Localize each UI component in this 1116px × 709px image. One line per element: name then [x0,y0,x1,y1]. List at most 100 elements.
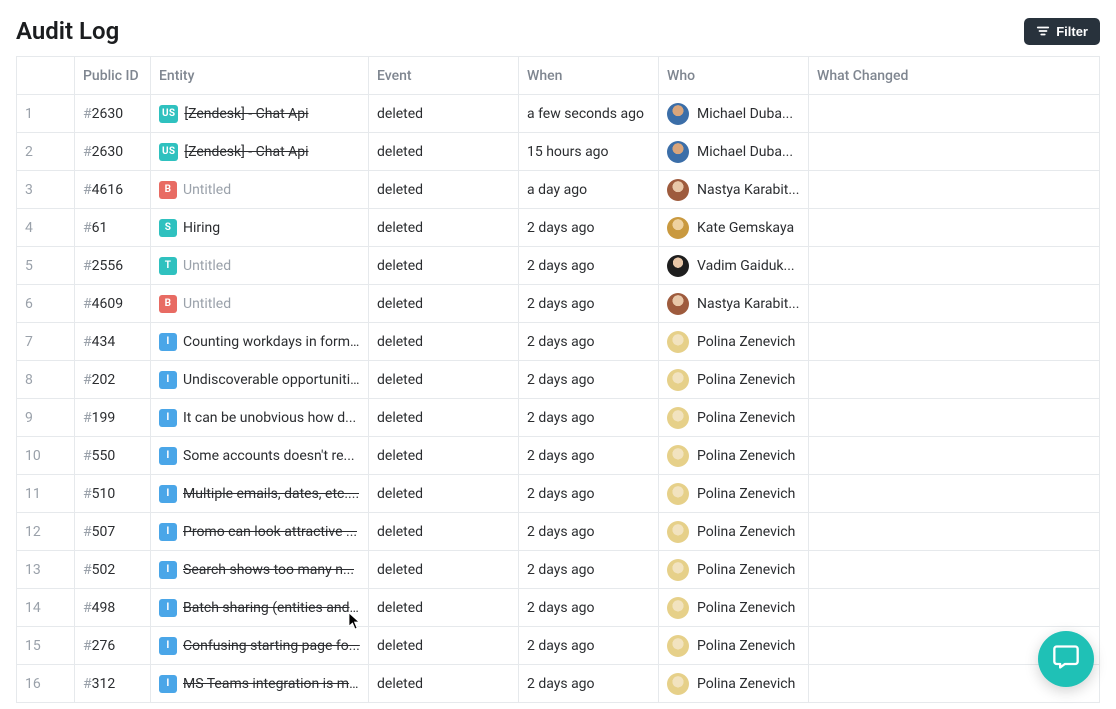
entity-name: Untitled [183,296,231,312]
who-cell[interactable]: Polina Zenevich [659,323,809,361]
user-name: Polina Zenevich [697,486,795,502]
entity-cell[interactable]: ISearch shows too many n... [151,551,369,589]
what-changed-cell [809,133,1100,171]
who-cell[interactable]: Kate Gemskaya [659,209,809,247]
table-row[interactable]: 6#4609BUntitleddeleted2 days agoNastya K… [17,285,1100,323]
who-cell[interactable]: Nastya Karabit... [659,171,809,209]
row-number: 7 [17,323,75,361]
entity-type-badge: I [159,561,177,579]
table-row[interactable]: 15#276IConfusing starting page fo...dele… [17,627,1100,665]
entity-cell[interactable]: IUndiscoverable opportuniti... [151,361,369,399]
who-cell[interactable]: Polina Zenevich [659,399,809,437]
who-cell[interactable]: Nastya Karabit... [659,285,809,323]
entity-cell[interactable]: IMS Teams integration is m... [151,665,369,703]
row-number: 1 [17,95,75,133]
when-cell: 2 days ago [519,361,659,399]
user-name: Polina Zenevich [697,638,795,654]
who-cell[interactable]: Polina Zenevich [659,627,809,665]
entity-name: Batch sharing (entities and... [183,600,360,616]
user-name: Polina Zenevich [697,676,795,692]
entity-cell[interactable]: US[Zendesk] - Chat Api [151,133,369,171]
event-cell: deleted [369,627,519,665]
what-changed-cell [809,209,1100,247]
public-id: #202 [75,361,151,399]
public-id: #2630 [75,133,151,171]
who-cell[interactable]: Polina Zenevich [659,475,809,513]
who-cell[interactable]: Polina Zenevich [659,437,809,475]
avatar [667,407,689,429]
chat-widget-button[interactable] [1038,631,1094,687]
table-row[interactable]: 13#502ISearch shows too many n...deleted… [17,551,1100,589]
entity-cell[interactable]: IMultiple emails, dates, etc.... [151,475,369,513]
avatar [667,141,689,163]
who-cell[interactable]: Polina Zenevich [659,361,809,399]
entity-type-badge: I [159,409,177,427]
entity-name: Multiple emails, dates, etc.... [183,486,359,502]
who-cell[interactable]: Polina Zenevich [659,513,809,551]
table-row[interactable]: 2#2630US[Zendesk] - Chat Apideleted15 ho… [17,133,1100,171]
row-number: 8 [17,361,75,399]
table-header-row: Public ID Entity Event When Who What Cha… [17,57,1100,95]
row-number: 14 [17,589,75,627]
when-cell: 2 days ago [519,437,659,475]
who-cell[interactable]: Michael Duba... [659,95,809,133]
entity-cell[interactable]: US[Zendesk] - Chat Api [151,95,369,133]
col-event[interactable]: Event [369,57,519,95]
event-cell: deleted [369,171,519,209]
entity-cell[interactable]: ICounting workdays in form... [151,323,369,361]
avatar [667,217,689,239]
entity-cell[interactable]: B Untitled [151,285,369,323]
user-name: Polina Zenevich [697,410,795,426]
table-row[interactable]: 14#498IBatch sharing (entities and...del… [17,589,1100,627]
who-cell[interactable]: Michael Duba... [659,133,809,171]
entity-type-badge: B [159,295,177,313]
entity-cell[interactable]: SHiring [151,209,369,247]
entity-cell[interactable]: ISome accounts doesn't re... [151,437,369,475]
col-when[interactable]: When [519,57,659,95]
table-row[interactable]: 11#510IMultiple emails, dates, etc....de… [17,475,1100,513]
event-cell: deleted [369,361,519,399]
user-name: Michael Duba... [697,144,793,160]
who-cell[interactable]: Polina Zenevich [659,551,809,589]
table-row[interactable]: 9#199IIt can be unobvious how d...delete… [17,399,1100,437]
row-number: 10 [17,437,75,475]
col-rownum[interactable] [17,57,75,95]
col-what-changed[interactable]: What Changed [809,57,1100,95]
row-number: 11 [17,475,75,513]
entity-cell[interactable]: TUntitled [151,247,369,285]
entity-cell[interactable]: BUntitled [151,171,369,209]
entity-type-badge: US [159,105,178,123]
table-row[interactable]: 7#434ICounting workdays in form...delete… [17,323,1100,361]
table-row[interactable]: 4#61SHiringdeleted2 days agoKate Gemskay… [17,209,1100,247]
when-cell: 2 days ago [519,551,659,589]
who-cell[interactable]: Vadim Gaiduk... [659,247,809,285]
entity-cell[interactable]: I Batch sharing (entities and... [151,589,369,627]
table-row[interactable]: 5#2556TUntitleddeleted2 days agoVadim Ga… [17,247,1100,285]
who-cell[interactable]: Polina Zenevich [659,589,809,627]
entity-cell[interactable]: IPromo can look attractive ... [151,513,369,551]
col-who[interactable]: Who [659,57,809,95]
public-id: #502 [75,551,151,589]
col-public-id[interactable]: Public ID [75,57,151,95]
table-row[interactable]: 1#2630US[Zendesk] - Chat Apideleteda few… [17,95,1100,133]
when-cell: 2 days ago [519,285,659,323]
col-entity[interactable]: Entity [151,57,369,95]
when-cell: 2 days ago [519,399,659,437]
table-row[interactable]: 8#202IUndiscoverable opportuniti...delet… [17,361,1100,399]
entity-cell[interactable]: IIt can be unobvious how d... [151,399,369,437]
user-name: Polina Zenevich [697,600,795,616]
avatar [667,293,689,315]
entity-type-badge: I [159,599,177,617]
event-cell: deleted [369,285,519,323]
entity-cell[interactable]: IConfusing starting page fo... [151,627,369,665]
table-row[interactable]: 16#312IMS Teams integration is m...delet… [17,665,1100,703]
table-row[interactable]: 12#507IPromo can look attractive ...dele… [17,513,1100,551]
table-row[interactable]: 10#550ISome accounts doesn't re...delete… [17,437,1100,475]
event-cell: deleted [369,437,519,475]
filter-button[interactable]: Filter [1024,18,1100,45]
public-id: #510 [75,475,151,513]
row-number: 13 [17,551,75,589]
who-cell[interactable]: Polina Zenevich [659,665,809,703]
row-number: 2 [17,133,75,171]
table-row[interactable]: 3#4616BUntitleddeleteda day agoNastya Ka… [17,171,1100,209]
